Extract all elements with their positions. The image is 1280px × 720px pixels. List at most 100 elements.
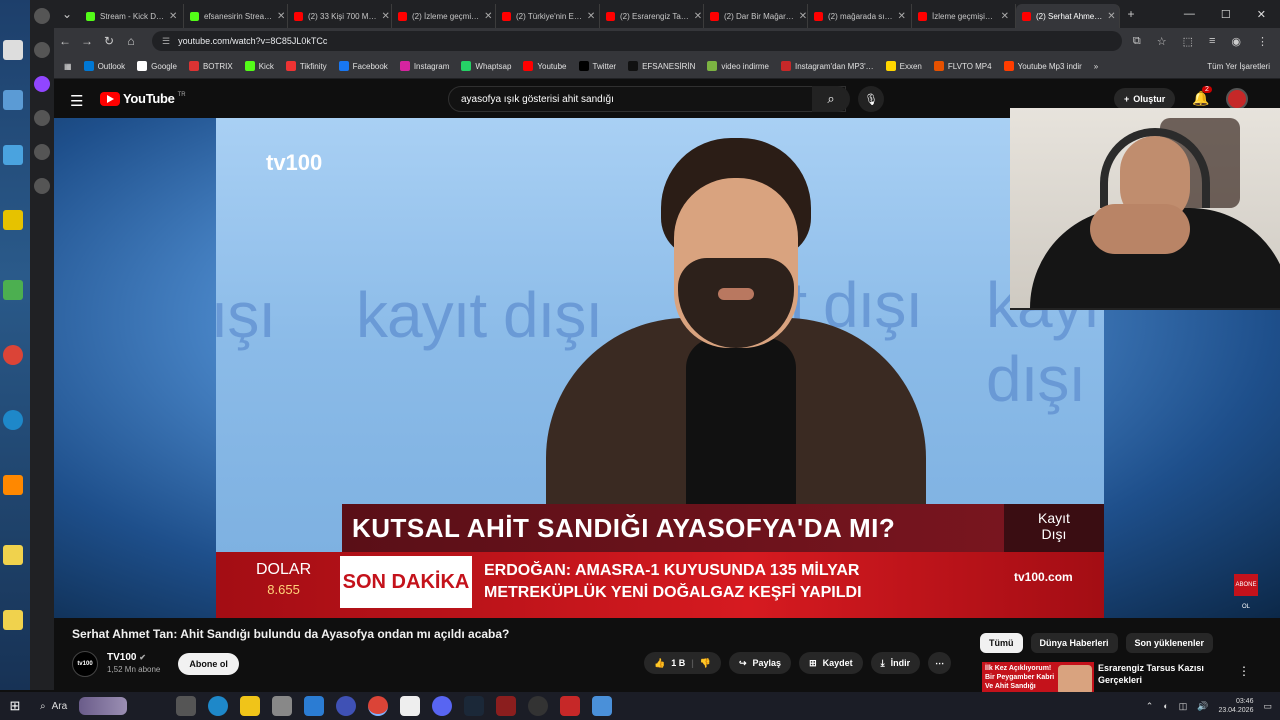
bookmark-item[interactable]: Instagram	[399, 61, 449, 71]
bookmark-item[interactable]: EFSANESİRİN	[628, 61, 695, 71]
channel-name[interactable]: TV100 ✔	[107, 652, 160, 664]
app-icon[interactable]	[592, 696, 612, 716]
taskbar-search[interactable]: ⌕ Ara	[34, 695, 164, 717]
volume-icon[interactable]: 🔊	[1197, 701, 1208, 712]
bookmark-item[interactable]: Outlook	[83, 61, 125, 71]
bookmark-item[interactable]: FLVTO MP4	[933, 61, 992, 71]
windows-start-icon[interactable]: ⊞	[0, 698, 30, 714]
bookmark-item[interactable]: BOTRIX	[188, 61, 233, 71]
bookmark-item[interactable]: Instagram'dan MP3'…	[780, 61, 874, 71]
bookmark-item[interactable]: Facebook	[338, 61, 388, 71]
channel-avatar[interactable]: tv100	[72, 651, 98, 677]
document-icon[interactable]	[400, 696, 420, 716]
bookmark-star-icon[interactable]: ☆	[1157, 35, 1167, 48]
close-tab-icon[interactable]: ✕	[1107, 11, 1115, 22]
file-explorer-icon[interactable]	[240, 696, 260, 716]
bookmark-item[interactable]: Youtube Mp3 indir	[1003, 61, 1082, 71]
voice-search-button[interactable]: 🎙	[858, 86, 884, 112]
side-panel-icon[interactable]	[34, 8, 50, 24]
browser-tab[interactable]: (2) Dar Bir Mağar… ✕	[704, 4, 808, 28]
store-icon[interactable]	[304, 696, 324, 716]
back-icon[interactable]: ←	[54, 34, 76, 48]
maximize-icon[interactable]: ☐	[1221, 8, 1231, 21]
menu-icon[interactable]: ⋮	[1257, 35, 1268, 48]
chrome-icon[interactable]	[368, 696, 388, 716]
chip-recent[interactable]: Son yüklenenler	[1125, 633, 1214, 653]
tf-icon[interactable]	[560, 696, 580, 716]
recommended-title[interactable]: Esrarengiz Tarsus Kazısı Gerçekleri	[1098, 662, 1228, 686]
all-bookmarks-folder[interactable]: Tüm Yer İşaretleri	[1207, 62, 1280, 71]
side-panel-icon[interactable]	[34, 144, 50, 160]
vlc-desktop-icon[interactable]	[3, 475, 29, 497]
close-tab-icon[interactable]: ✕	[484, 11, 492, 22]
browser-tab[interactable]: (2) mağarada sı… ✕	[808, 4, 912, 28]
close-window-icon[interactable]: ✕	[1257, 8, 1266, 21]
side-panel-icon[interactable]	[34, 178, 50, 194]
url-field[interactable]: ☰ youtube.com/watch?v=8C85JL0kTCc	[152, 31, 1122, 51]
close-tab-icon[interactable]: ✕	[1001, 11, 1009, 22]
menu-burger-icon[interactable]: ☰	[70, 92, 83, 110]
bookmark-item[interactable]: Whaptsap	[461, 61, 511, 71]
side-panel-icon[interactable]	[34, 110, 50, 126]
download-button[interactable]: ⤓ İndir	[870, 652, 921, 674]
like-icon[interactable]: 👍	[654, 658, 665, 669]
close-tab-icon[interactable]: ✕	[799, 11, 807, 22]
close-tab-icon[interactable]: ✕	[169, 11, 177, 22]
save-button[interactable]: ⊞ Kaydet	[799, 652, 863, 674]
apps-icon[interactable]: ▦	[64, 62, 72, 71]
account-avatar[interactable]	[1226, 88, 1248, 110]
tray-chevron-icon[interactable]: ⌃	[1146, 701, 1154, 712]
discord-icon[interactable]	[432, 696, 452, 716]
close-tab-icon[interactable]: ✕	[381, 11, 389, 22]
close-tab-icon[interactable]: ✕	[587, 11, 595, 22]
bookmark-item[interactable]: Youtube	[523, 61, 567, 71]
browser-tab[interactable]: (2) İzleme geçmi… ✕	[392, 4, 496, 28]
desktop-icon[interactable]	[3, 610, 29, 632]
app-icon[interactable]	[336, 696, 356, 716]
dislike-icon[interactable]: 👎	[700, 658, 711, 669]
bookmark-item[interactable]: Exxen	[885, 61, 922, 71]
desktop-icon[interactable]	[3, 280, 29, 302]
game-icon[interactable]	[496, 696, 516, 716]
desktop-icon[interactable]	[3, 210, 29, 232]
browser-tab[interactable]: (2) Türkiye'nin E… ✕	[496, 4, 600, 28]
tab-search-icon[interactable]: ⌄	[54, 7, 80, 21]
minimize-icon[interactable]: —	[1184, 8, 1195, 21]
desktop-icon[interactable]	[3, 40, 29, 62]
desktop-icon[interactable]	[3, 145, 29, 167]
side-panel-icon[interactable]	[34, 42, 50, 58]
share-button[interactable]: ↪ Paylaş	[728, 652, 792, 674]
edge-icon[interactable]	[208, 696, 228, 716]
bookmark-item[interactable]: Kick	[244, 61, 274, 71]
task-view-icon[interactable]	[176, 696, 196, 716]
more-bookmarks-icon[interactable]: »	[1094, 62, 1098, 71]
close-tab-icon[interactable]: ✕	[897, 11, 905, 22]
network-icon[interactable]: ◫	[1179, 701, 1188, 712]
install-icon[interactable]: ⧉	[1133, 35, 1141, 48]
forward-icon[interactable]: →	[76, 34, 98, 48]
bookmark-item[interactable]: Twitter	[578, 61, 616, 71]
like-count[interactable]: 1 B	[671, 658, 685, 668]
subscribe-watermark[interactable]: ABONE OL	[1234, 574, 1258, 610]
search-button[interactable]: ⌕	[812, 86, 850, 112]
recommended-thumbnail[interactable]: İlk Kez Açıklıyorum! Bir Peygamber Kabri…	[982, 662, 1094, 696]
bookmark-item[interactable]: Tikfinity	[285, 61, 327, 71]
search-input[interactable]: ayasofya ışık gösterisi ahit sandığı ✕	[448, 86, 846, 112]
reading-list-icon[interactable]: ≡	[1209, 35, 1215, 48]
desktop-icon[interactable]	[3, 90, 29, 112]
browser-tab[interactable]: (2) 33 Kişi 700 M… ✕	[288, 4, 392, 28]
close-tab-icon[interactable]: ✕	[277, 11, 285, 22]
clock[interactable]: 03:46 23.04.2026	[1218, 697, 1253, 715]
chip-world-news[interactable]: Dünya Haberleri	[1030, 633, 1118, 653]
browser-tab[interactable]: Stream - Kick D… ✕	[80, 4, 184, 28]
more-actions-button[interactable]: ⋯	[928, 652, 952, 674]
notifications-icon[interactable]: ▭	[1263, 701, 1272, 712]
side-panel-icon[interactable]	[34, 76, 50, 92]
browser-tab[interactable]: (2) Esrarengiz Ta… ✕	[600, 4, 704, 28]
home-icon[interactable]: ⌂	[120, 34, 142, 48]
close-tab-icon[interactable]: ✕	[694, 11, 702, 22]
app-icon[interactable]	[272, 696, 292, 716]
tray-icon[interactable]: ◐	[1163, 701, 1168, 711]
browser-tab[interactable]: efsanesirin Strea… ✕	[184, 4, 288, 28]
browser-tab[interactable]: (2) Serhat Ahme… ✕	[1016, 4, 1120, 28]
